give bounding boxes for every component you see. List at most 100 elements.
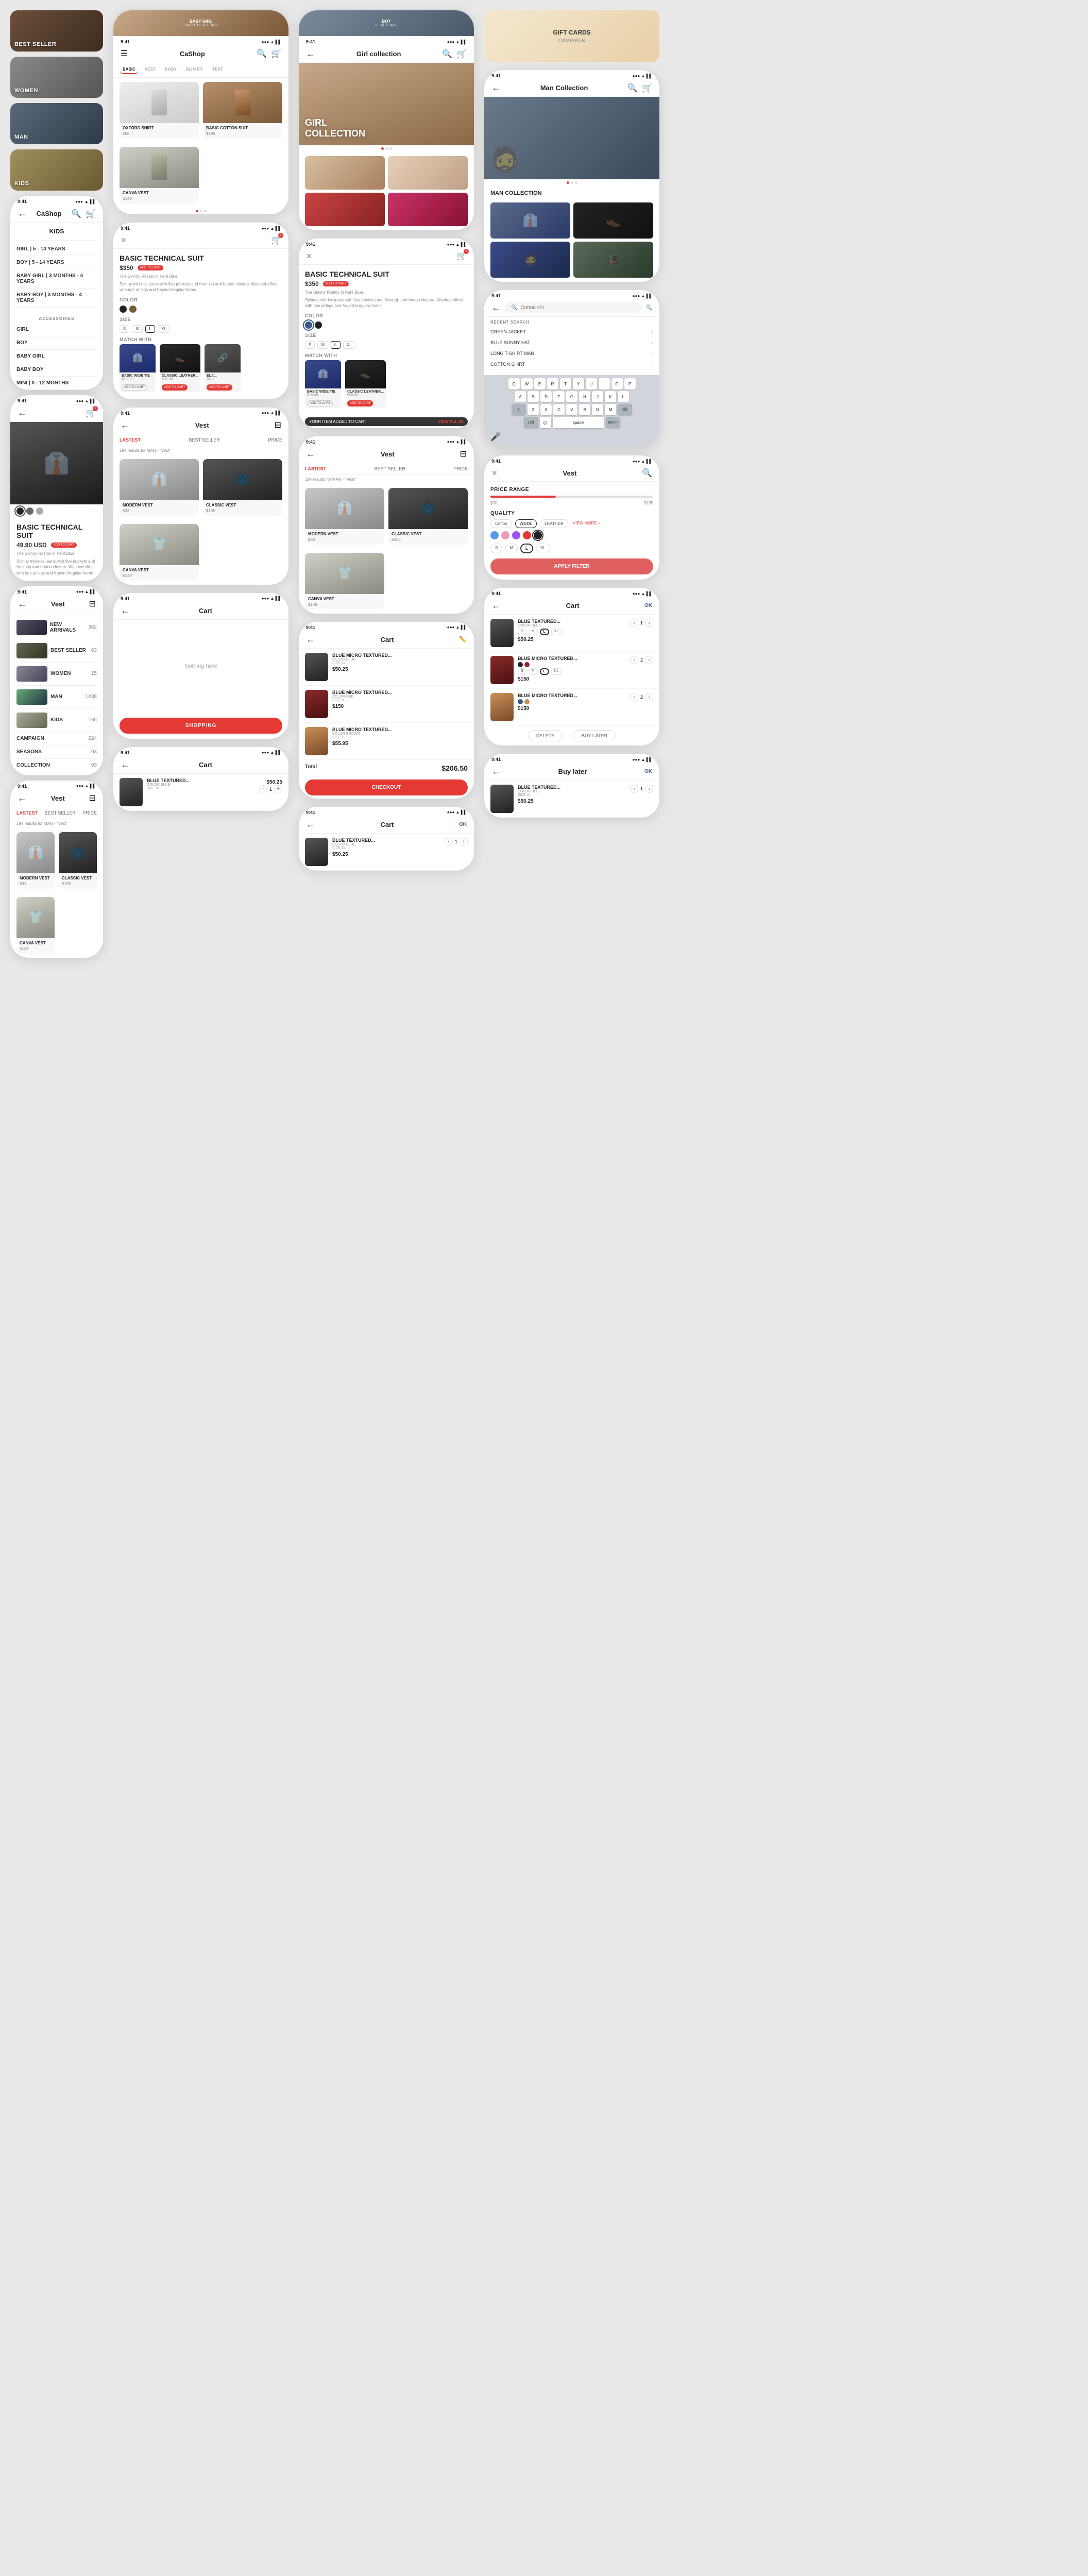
mic-icon[interactable]: 🎤 bbox=[490, 432, 501, 442]
swatch-black[interactable] bbox=[534, 531, 542, 539]
ok-button[interactable]: OK bbox=[644, 769, 652, 774]
match-btn[interactable]: ADD TO CART bbox=[307, 400, 333, 406]
key-W[interactable]: W bbox=[521, 378, 533, 389]
size-m[interactable]: M bbox=[529, 629, 538, 635]
key-F[interactable]: F bbox=[553, 391, 565, 402]
product-card[interactable]: 👔 MODERN VEST $33 bbox=[16, 832, 55, 889]
brown-swatch[interactable] bbox=[129, 306, 137, 313]
back-btn[interactable]: ← bbox=[121, 605, 130, 616]
classic-vest-card[interactable]: 🧥 CLASSIC VEST $155 bbox=[203, 459, 282, 516]
shopping-button[interactable]: SHOPPING bbox=[120, 718, 282, 734]
key-M[interactable]: M bbox=[605, 404, 616, 415]
bestseller-sort[interactable]: BEST SELLER bbox=[45, 810, 76, 816]
key-emoji[interactable]: ☺ bbox=[540, 417, 551, 428]
size-s[interactable]: S bbox=[120, 325, 129, 333]
price-sort[interactable]: PRICE bbox=[82, 810, 97, 816]
key-T[interactable]: T bbox=[560, 378, 571, 389]
recent-item-2[interactable]: BLUE SUNNY HAT › bbox=[490, 337, 653, 348]
back-btn[interactable]: ← bbox=[491, 600, 501, 611]
lastest-sort[interactable]: LASTEST bbox=[16, 810, 38, 816]
bestseller-sort[interactable]: BEST SELLER bbox=[189, 437, 220, 443]
back-btn[interactable]: ← bbox=[306, 449, 315, 460]
man-item-2[interactable]: 🎩 bbox=[573, 242, 653, 278]
back-btn[interactable]: ← bbox=[491, 82, 501, 93]
cart-icon[interactable]: 🛒 bbox=[456, 49, 467, 59]
tab-text[interactable]: TEXT bbox=[209, 65, 226, 74]
key-123[interactable]: 123 bbox=[524, 417, 538, 428]
delete-btn[interactable]: DELETE bbox=[528, 730, 563, 741]
filter-icon[interactable]: ⊟ bbox=[89, 599, 96, 609]
match-add-btn[interactable]: ADD TO CART bbox=[162, 384, 188, 391]
classic-vest-card[interactable]: 🧥 CLASSIC VEST $155 bbox=[388, 488, 468, 545]
swatch-red[interactable] bbox=[523, 531, 531, 539]
filter-icon[interactable]: ⊟ bbox=[460, 449, 467, 459]
cart-icon[interactable]: 🛒 bbox=[642, 83, 652, 93]
man-tile[interactable]: MAN bbox=[10, 103, 103, 144]
menu-icon[interactable]: ☰ bbox=[121, 48, 128, 59]
color-black[interactable] bbox=[16, 507, 24, 515]
size-xl[interactable]: XL bbox=[158, 325, 170, 333]
ok-button[interactable]: OK bbox=[459, 822, 467, 827]
checkout-button[interactable]: CHECKOUT bbox=[305, 779, 468, 795]
key-space[interactable]: space bbox=[553, 417, 604, 428]
key-N[interactable]: N bbox=[592, 404, 603, 415]
search-input[interactable] bbox=[520, 305, 635, 311]
qty-minus[interactable]: ‹ bbox=[630, 785, 638, 793]
key-shift[interactable]: ⇧ bbox=[512, 404, 526, 415]
ok-button[interactable]: OK bbox=[644, 603, 652, 608]
key-Y[interactable]: Y bbox=[573, 378, 584, 389]
size-s[interactable]: S bbox=[490, 544, 502, 553]
key-B[interactable]: B bbox=[579, 404, 590, 415]
man-shoes-1[interactable]: 👞 bbox=[573, 202, 653, 239]
key-A[interactable]: A bbox=[515, 391, 526, 402]
size-l[interactable]: L bbox=[331, 341, 341, 349]
view-all-link[interactable]: VIEW ALL (8) bbox=[438, 419, 464, 424]
price-sort[interactable]: PRICE bbox=[453, 466, 468, 471]
match-btn[interactable]: ADD TO CART bbox=[347, 400, 373, 406]
search-icon[interactable]: 🔍 bbox=[642, 468, 652, 478]
girl-photo-4[interactable] bbox=[388, 193, 468, 226]
add-to-cart-btn[interactable]: ADD TO CART bbox=[323, 281, 349, 286]
key-O[interactable]: O bbox=[611, 378, 623, 389]
size-l[interactable]: L bbox=[540, 668, 549, 675]
qty-plus[interactable]: › bbox=[645, 785, 653, 793]
kids-category-item[interactable]: GIRL | 5 - 14 YEARS bbox=[16, 243, 97, 256]
filter-icon[interactable]: ⊟ bbox=[89, 793, 96, 803]
cart-icon[interactable]: 🛒 bbox=[271, 48, 281, 59]
key-J[interactable]: J bbox=[592, 391, 603, 402]
key-Q[interactable]: Q bbox=[508, 378, 520, 389]
size-m[interactable]: M bbox=[505, 544, 518, 553]
recent-item-1[interactable]: GREEN JACKET › bbox=[490, 327, 653, 337]
tab-body[interactable]: BODY bbox=[162, 65, 180, 74]
kids-item[interactable]: KIDS 165 bbox=[16, 709, 97, 732]
black-swatch[interactable] bbox=[315, 321, 322, 329]
key-E[interactable]: E bbox=[534, 378, 546, 389]
black-swatch[interactable] bbox=[120, 306, 127, 313]
match-elastic[interactable]: 🔗 ELA... $6.9 ADD TO CART bbox=[205, 344, 241, 392]
back-btn[interactable]: ← bbox=[306, 48, 315, 59]
key-G[interactable]: G bbox=[566, 391, 577, 402]
kids-acc-item[interactable]: MINI | 0 - 12 MONTHS bbox=[16, 377, 97, 390]
size-s[interactable]: S bbox=[305, 341, 315, 349]
back-btn[interactable]: ← bbox=[18, 408, 27, 418]
girl-photo-3[interactable] bbox=[305, 193, 385, 226]
key-R[interactable]: R bbox=[547, 378, 558, 389]
product-card[interactable]: 👕 CANVA VEST $149 bbox=[16, 897, 55, 954]
key-I[interactable]: I bbox=[599, 378, 610, 389]
cart-icon[interactable]: 🛒 bbox=[86, 209, 96, 219]
match-add-btn[interactable]: ADD TO CART bbox=[122, 384, 147, 391]
key-P[interactable]: P bbox=[624, 378, 636, 389]
close-icon[interactable]: ✕ bbox=[306, 252, 312, 261]
match-shoes[interactable]: 👞 CLASSIC LEATHER... $99.00 ADD TO CART bbox=[160, 344, 200, 392]
key-return[interactable]: return bbox=[606, 417, 620, 428]
kids-category-item[interactable]: BABY BOY | 3 MONTHS - 4 YEARS bbox=[16, 289, 97, 308]
back-btn[interactable]: ← bbox=[18, 599, 27, 609]
color-light[interactable] bbox=[36, 507, 43, 515]
key-backspace[interactable]: ⌫ bbox=[618, 404, 632, 415]
size-xl[interactable]: XL bbox=[536, 544, 550, 553]
recent-item-4[interactable]: COTTON SHIRT › bbox=[490, 359, 653, 370]
qty-minus[interactable]: ‹ bbox=[630, 693, 638, 701]
color-blue[interactable] bbox=[518, 699, 523, 704]
modern-vest-card[interactable]: 👔 MODERN VEST $33 bbox=[305, 488, 384, 545]
match-shoes[interactable]: 👞 CLASSIC LEATHER... $99.00 ADD TO CART bbox=[345, 360, 386, 408]
